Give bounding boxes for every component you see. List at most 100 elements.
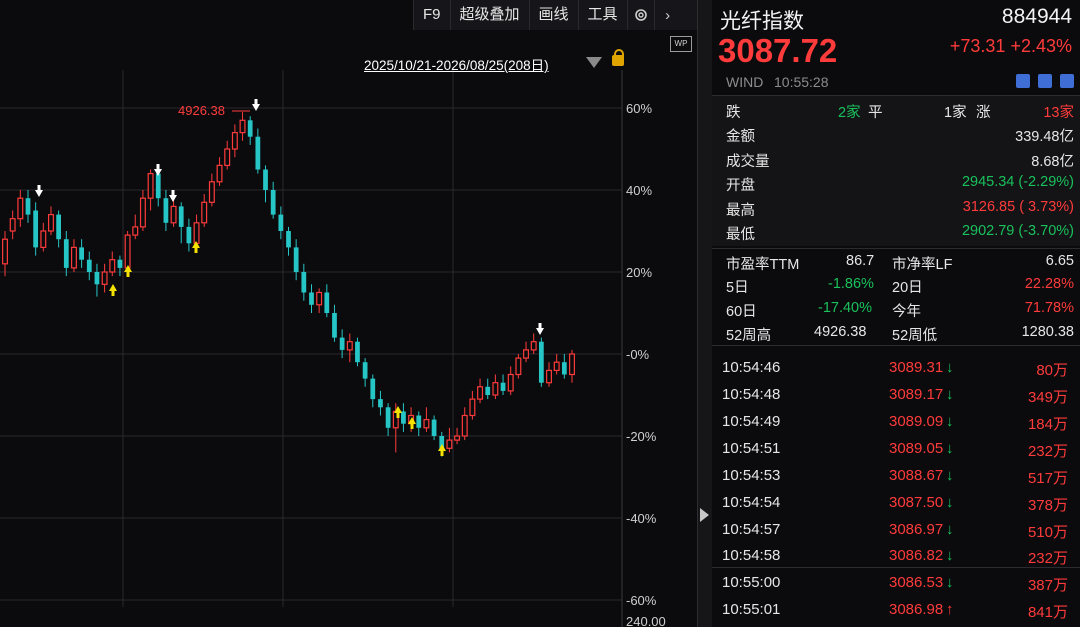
candlestick-chart[interactable]: 60% 40% 20% -0% -20% -40% -60% 4926.38 240.00 bbox=[0, 0, 697, 627]
candle-body[interactable] bbox=[109, 259, 116, 273]
candle-body[interactable] bbox=[454, 435, 461, 441]
candle-body[interactable] bbox=[469, 398, 476, 417]
candle-body[interactable] bbox=[538, 341, 544, 383]
candle-body[interactable] bbox=[224, 148, 231, 166]
candle-body[interactable] bbox=[124, 234, 131, 269]
candle-body[interactable] bbox=[401, 411, 406, 424]
tick-row[interactable]: 10:54:51 3089.05 ↓ 232万 bbox=[712, 436, 1080, 462]
candle-body[interactable] bbox=[9, 218, 16, 232]
candle-body[interactable] bbox=[378, 399, 383, 408]
candle-body[interactable] bbox=[332, 313, 337, 338]
candle-body[interactable] bbox=[553, 361, 560, 372]
candle-body[interactable] bbox=[178, 206, 184, 227]
gear-icon[interactable] bbox=[628, 0, 655, 30]
candle-body[interactable] bbox=[530, 341, 537, 351]
candle-body[interactable] bbox=[569, 353, 575, 376]
candle-body[interactable] bbox=[25, 198, 31, 215]
candle-body[interactable] bbox=[231, 132, 238, 150]
candle-body[interactable] bbox=[247, 120, 253, 137]
date-range-selector[interactable]: 2025/10/21-2026/08/25(208日) bbox=[364, 54, 549, 74]
candle-body[interactable] bbox=[370, 378, 376, 400]
candle-body[interactable] bbox=[546, 369, 552, 384]
chart-area[interactable]: 60% 40% 20% -0% -20% -40% -60% 4926.38 240.00 … bbox=[0, 0, 698, 627]
candle-body[interactable] bbox=[155, 173, 161, 199]
f9-button[interactable]: F9 bbox=[414, 0, 451, 30]
bell-icon[interactable] bbox=[1038, 74, 1052, 88]
tick-row[interactable]: 10:54:49 3089.09 ↓ 184万 bbox=[712, 409, 1080, 435]
candle-body[interactable] bbox=[139, 197, 146, 228]
candle-body[interactable] bbox=[239, 119, 246, 134]
tick-row[interactable]: 10:54:48 3089.17 ↓ 349万 bbox=[712, 382, 1080, 408]
candle-body[interactable] bbox=[201, 201, 208, 224]
candle-body[interactable] bbox=[523, 349, 530, 359]
candle-body[interactable] bbox=[147, 173, 154, 199]
candle-body[interactable] bbox=[346, 341, 353, 351]
candle-body[interactable] bbox=[132, 226, 139, 236]
candle-body[interactable] bbox=[278, 214, 284, 231]
wp-icon[interactable]: WP bbox=[670, 36, 692, 52]
candle-body[interactable] bbox=[301, 272, 307, 293]
up-label: 涨 bbox=[976, 105, 991, 121]
expand-arrow-icon[interactable] bbox=[700, 508, 709, 522]
candle-body[interactable] bbox=[193, 222, 200, 244]
candle-body[interactable] bbox=[186, 226, 192, 244]
dropdown-arrow-icon[interactable] bbox=[586, 57, 602, 68]
candle-body[interactable] bbox=[500, 382, 506, 391]
tools-button[interactable]: 工具 bbox=[579, 0, 628, 30]
candle-body[interactable] bbox=[216, 164, 223, 183]
candle-body[interactable] bbox=[461, 414, 468, 437]
candle-body[interactable] bbox=[515, 357, 522, 376]
tick-row[interactable]: 10:55:00 3086.53 ↓ 387万 bbox=[712, 570, 1080, 596]
panel-divider[interactable] bbox=[697, 0, 712, 627]
candle-body[interactable] bbox=[293, 247, 299, 272]
candle-body[interactable] bbox=[40, 230, 47, 248]
candle-body[interactable] bbox=[316, 291, 323, 306]
candle-body[interactable] bbox=[17, 197, 24, 220]
candle-body[interactable] bbox=[208, 181, 215, 203]
chevron-right-icon[interactable]: › bbox=[655, 0, 681, 30]
draw-button[interactable]: 画线 bbox=[530, 0, 579, 30]
tick-row[interactable]: 10:54:57 3086.97 ↓ 510万 bbox=[712, 517, 1080, 543]
candle-body[interactable] bbox=[423, 419, 430, 429]
candle-body[interactable] bbox=[431, 419, 437, 436]
candle-body[interactable] bbox=[309, 292, 314, 305]
candle-body[interactable] bbox=[485, 386, 491, 395]
candle-body[interactable] bbox=[56, 214, 62, 240]
candle-body[interactable] bbox=[163, 198, 169, 223]
candle-body[interactable] bbox=[270, 190, 276, 215]
candle-body[interactable] bbox=[94, 272, 100, 285]
candle-body[interactable] bbox=[263, 169, 268, 191]
candle-body[interactable] bbox=[47, 214, 54, 232]
candle-body[interactable] bbox=[561, 362, 567, 375]
candle-body[interactable] bbox=[385, 407, 391, 428]
candle-body[interactable] bbox=[33, 210, 39, 248]
candle-body[interactable] bbox=[117, 259, 123, 268]
add-icon[interactable] bbox=[1060, 74, 1074, 88]
candle-body[interactable] bbox=[324, 292, 330, 314]
candle-body[interactable] bbox=[507, 373, 514, 392]
tick-row[interactable]: 10:54:53 3088.67 ↓ 517万 bbox=[712, 463, 1080, 489]
tick-row[interactable]: 10:54:58 3086.82 ↓ 232万 bbox=[712, 543, 1080, 569]
candle-body[interactable] bbox=[416, 415, 422, 428]
candle-body[interactable] bbox=[101, 271, 108, 285]
pencil-icon[interactable] bbox=[1016, 74, 1030, 88]
candle-body[interactable] bbox=[477, 386, 484, 400]
candle-body[interactable] bbox=[286, 231, 291, 248]
tick-row[interactable]: 10:55:01 3086.98 ↑ 841万 bbox=[712, 597, 1080, 623]
candle-body[interactable] bbox=[446, 439, 453, 449]
tick-row[interactable]: 10:54:46 3089.31 ↓ 80万 bbox=[712, 355, 1080, 381]
candle-body[interactable] bbox=[170, 205, 177, 224]
candle-body[interactable] bbox=[362, 362, 368, 379]
candle-body[interactable] bbox=[79, 247, 84, 260]
candle-body[interactable] bbox=[70, 246, 77, 269]
overlay-button[interactable]: 超级叠加 bbox=[451, 0, 530, 30]
candle-body[interactable] bbox=[355, 341, 360, 363]
candle-body[interactable] bbox=[492, 382, 499, 396]
lock-icon[interactable] bbox=[612, 49, 624, 66]
candle-body[interactable] bbox=[63, 239, 69, 268]
candle-body[interactable] bbox=[339, 337, 345, 350]
tick-row[interactable]: 10:54:54 3087.50 ↓ 378万 bbox=[712, 490, 1080, 516]
candle-body[interactable] bbox=[255, 136, 261, 170]
candle-body[interactable] bbox=[86, 259, 92, 272]
candle-body[interactable] bbox=[2, 238, 8, 265]
